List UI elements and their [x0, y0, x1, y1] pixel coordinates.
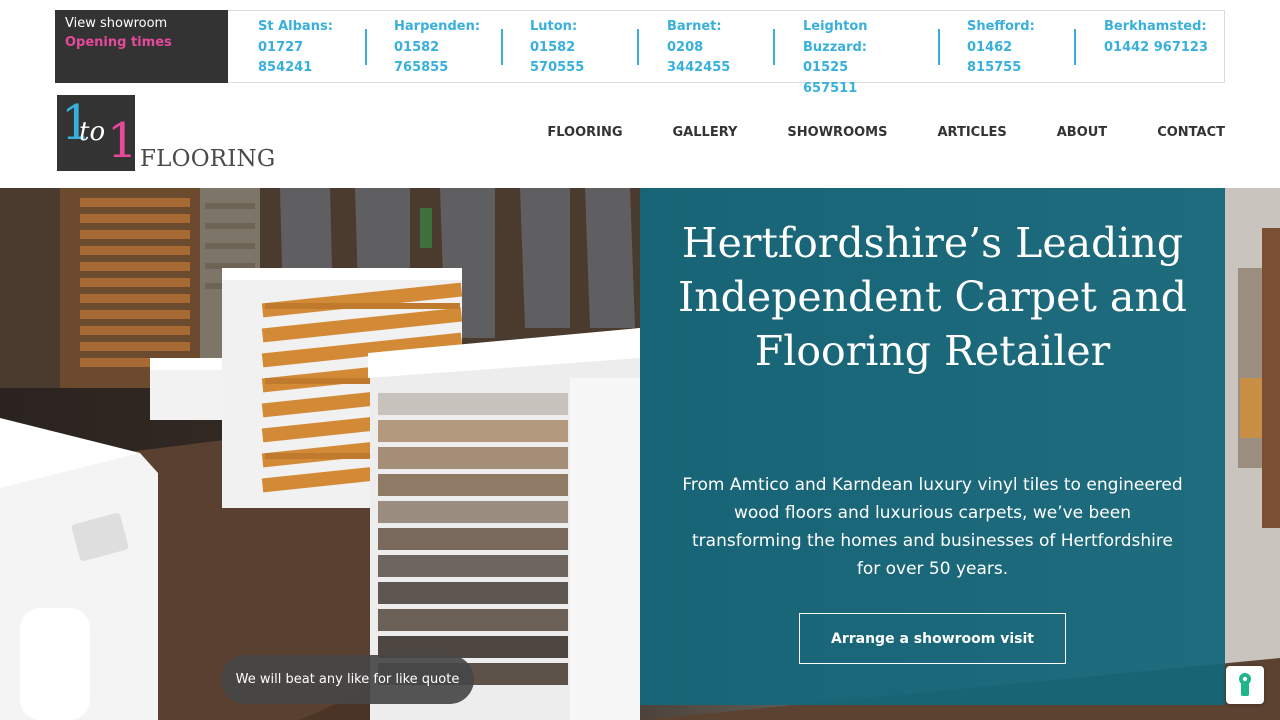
- nav-about[interactable]: ABOUT: [1057, 125, 1107, 141]
- showroom-box: View showroom Opening times: [55, 10, 228, 83]
- phone-label: Harpenden:: [394, 19, 481, 34]
- phone-st-albans[interactable]: St Albans: 01727 854241: [258, 17, 338, 79]
- quote-promo-pill[interactable]: We will beat any like for like quote: [221, 655, 474, 704]
- nav-contact[interactable]: CONTACT: [1157, 125, 1225, 141]
- phone-separator: [501, 29, 503, 65]
- main-nav: FLOORING GALLERY SHOWROOMS ARTICLES ABOU…: [547, 125, 1225, 141]
- accessibility-button[interactable]: [1226, 666, 1264, 704]
- phone-berkhamsted[interactable]: Berkhamsted: 01442 967123: [1104, 17, 1214, 58]
- phone-number: 01727 854241: [258, 39, 313, 76]
- phone-separator: [1074, 29, 1076, 65]
- nav-articles[interactable]: ARTICLES: [937, 125, 1006, 141]
- logo-mark: 1 to 1: [57, 95, 135, 171]
- phone-separator: [773, 29, 775, 65]
- arrange-showroom-visit-button[interactable]: Arrange a showroom visit: [799, 613, 1066, 664]
- phone-barnet[interactable]: Barnet: 0208 3442455: [667, 17, 747, 79]
- phone-number: 01525 657511: [803, 60, 858, 96]
- logo-mark-one-b: 1: [107, 113, 135, 169]
- phone-luton[interactable]: Luton: 01582 570555: [530, 17, 610, 79]
- phone-leighton-buzzard[interactable]: Leighton Buzzard: 01525 657511: [803, 17, 903, 99]
- phone-harpenden[interactable]: Harpenden: 01582 765855: [394, 17, 480, 79]
- opening-times-link[interactable]: Opening times: [65, 32, 218, 54]
- phone-shefford[interactable]: Shefford: 01462 815755: [967, 17, 1047, 79]
- hero-description: From Amtico and Karndean luxury vinyl ti…: [682, 475, 1183, 579]
- logo-mark-to: to: [79, 117, 106, 147]
- phone-label: Shefford:: [967, 19, 1035, 34]
- phone-label: Berkhamsted:: [1104, 19, 1207, 34]
- hero-panel: Hertfordshire’s Leading Independent Carp…: [640, 188, 1225, 705]
- showroom-phone-bar: View showroom Opening times St Albans: 0…: [55, 10, 1225, 96]
- phone-number: 01582 765855: [394, 39, 449, 76]
- logo-wordmark: FLOORING: [140, 146, 276, 172]
- nav-gallery[interactable]: GALLERY: [673, 125, 738, 141]
- phone-separator: [938, 29, 940, 65]
- hero-section: Hertfordshire’s Leading Independent Carp…: [0, 188, 1280, 720]
- phone-label: Barnet:: [667, 19, 722, 34]
- phone-number: 0208 3442455: [667, 39, 731, 76]
- hero-heading: Hertfordshire’s Leading Independent Carp…: [678, 219, 1187, 375]
- site-logo[interactable]: 1 to 1 FLOORING: [57, 95, 276, 173]
- phone-label: Leighton Buzzard:: [803, 19, 868, 55]
- phone-label: St Albans:: [258, 19, 333, 34]
- view-showroom-link[interactable]: View showroom: [65, 16, 218, 32]
- phone-separator: [637, 29, 639, 65]
- phone-number: 01462 815755: [967, 39, 1022, 76]
- phone-label: Luton:: [530, 19, 578, 34]
- accessibility-keyhole-icon: [1239, 673, 1251, 696]
- phone-number: 01442 967123: [1104, 39, 1209, 55]
- phone-separator: [365, 29, 367, 65]
- nav-showrooms[interactable]: SHOWROOMS: [787, 125, 887, 141]
- nav-flooring[interactable]: FLOORING: [547, 125, 622, 141]
- phone-list: St Albans: 01727 854241 Harpenden: 01582…: [228, 11, 1224, 96]
- phone-number: 01582 570555: [530, 39, 585, 76]
